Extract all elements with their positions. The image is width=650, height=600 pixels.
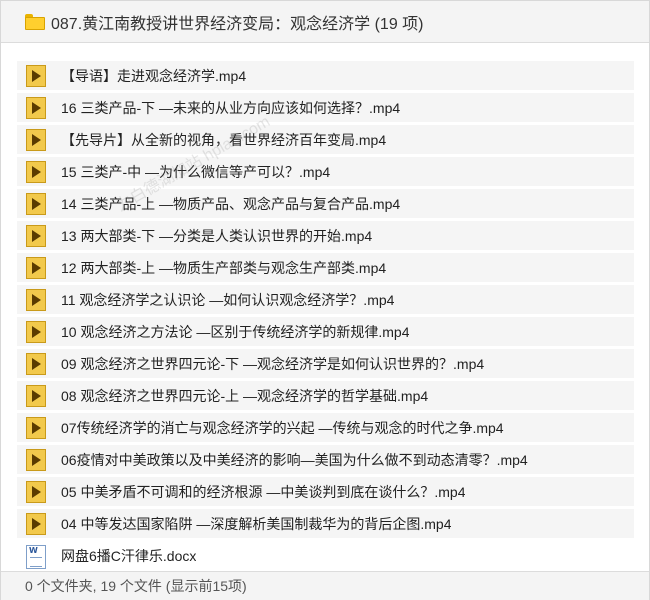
file-row[interactable]: 11 观念经济学之认识论 —如何认识观念经济学？.mp4 xyxy=(17,285,634,314)
file-name: 08 观念经济之世界四元论-上 —观念经济学的哲学基础.mp4 xyxy=(61,387,429,404)
video-file-icon xyxy=(26,288,46,311)
file-name: 15 三类产-中 —为什么微信等产可以？.mp4 xyxy=(61,163,331,180)
file-row[interactable]: 06疫情对中美政策以及中美经济的影响—美国为什么做不到动态清零？.mp4 xyxy=(17,445,634,474)
file-row[interactable]: 12 两大部类-上 —物质生产部类与观念生产部类.mp4 xyxy=(17,253,634,282)
video-file-icon xyxy=(26,448,46,471)
file-name: 04 中等发达国家陷阱 —深度解析美国制裁华为的背后企图.mp4 xyxy=(61,515,452,532)
file-name: 10 观念经济之方法论 —区别于传统经济学的新规律.mp4 xyxy=(61,323,410,340)
file-name: 09 观念经济之世界四元论-下 —观念经济学是如何认识世界的？.mp4 xyxy=(61,355,485,372)
word-document-icon: W xyxy=(26,544,46,569)
video-file-icon xyxy=(26,192,46,215)
file-row[interactable]: W 网盘6播C汗律乐.docx xyxy=(17,541,634,570)
video-file-icon xyxy=(26,416,46,439)
video-file-icon xyxy=(26,320,46,343)
file-name: 06疫情对中美政策以及中美经济的影响—美国为什么做不到动态清零？.mp4 xyxy=(61,451,528,468)
folder-icon xyxy=(25,13,45,30)
file-row[interactable]: 05 中美矛盾不可调和的经济根源 —中美谈判到底在谈什么？.mp4 xyxy=(17,477,634,506)
video-file-icon xyxy=(26,512,46,535)
video-file-icon xyxy=(26,128,46,151)
file-name: 07传统经济学的消亡与观念经济学的兴起 —传统与观念的时代之争.mp4 xyxy=(61,419,504,436)
file-row[interactable]: 15 三类产-中 —为什么微信等产可以？.mp4 xyxy=(17,157,634,186)
file-row[interactable]: 07传统经济学的消亡与观念经济学的兴起 —传统与观念的时代之争.mp4 xyxy=(17,413,634,442)
file-row[interactable]: 08 观念经济之世界四元论-上 —观念经济学的哲学基础.mp4 xyxy=(17,381,634,410)
file-name: 11 观念经济学之认识论 —如何认识观念经济学？.mp4 xyxy=(61,291,395,308)
file-row[interactable]: 13 两大部类-下 —分类是人类认识世界的开始.mp4 xyxy=(17,221,634,250)
folder-title: 087.黄江南教授讲世界经济变局：观念经济学 (19 项) xyxy=(51,15,424,33)
file-row[interactable]: 16 三类产品-下 —未来的从业方向应该如何选择？.mp4 xyxy=(17,93,634,122)
file-row[interactable]: 14 三类产品-上 —物质产品、观念产品与复合产品.mp4 xyxy=(17,189,634,218)
folder-header: 087.黄江南教授讲世界经济变局：观念经济学 (19 项) xyxy=(1,1,649,43)
file-name: 13 两大部类-下 —分类是人类认识世界的开始.mp4 xyxy=(61,227,373,244)
file-name: 05 中美矛盾不可调和的经济根源 —中美谈判到底在谈什么？.mp4 xyxy=(61,483,466,500)
file-name: 网盘6播C汗律乐.docx xyxy=(61,547,197,564)
file-list: 【导语】走进观念经济学.mp4 16 三类产品-下 —未来的从业方向应该如何选择… xyxy=(17,61,634,571)
video-file-icon xyxy=(26,224,46,247)
file-row[interactable]: 【先导片】从全新的视角，看世界经济百年变局.mp4 xyxy=(17,125,634,154)
file-count-status: 0 个文件夹, 19 个文件 (显示前15项) xyxy=(25,578,247,594)
video-file-icon xyxy=(26,64,46,87)
video-file-icon xyxy=(26,352,46,375)
status-bar: 0 个文件夹, 19 个文件 (显示前15项) xyxy=(1,571,649,600)
file-row[interactable]: 04 中等发达国家陷阱 —深度解析美国制裁华为的背后企图.mp4 xyxy=(17,509,634,538)
video-file-icon xyxy=(26,480,46,503)
video-file-icon xyxy=(26,384,46,407)
file-row[interactable]: 09 观念经济之世界四元论-下 —观念经济学是如何认识世界的？.mp4 xyxy=(17,349,634,378)
video-file-icon xyxy=(26,256,46,279)
video-file-icon xyxy=(26,96,46,119)
file-name: 14 三类产品-上 —物质产品、观念产品与复合产品.mp4 xyxy=(61,195,401,212)
file-name: 【导语】走进观念经济学.mp4 xyxy=(61,67,247,84)
file-row[interactable]: 【导语】走进观念经济学.mp4 xyxy=(17,61,634,90)
video-file-icon xyxy=(26,160,46,183)
file-name: 【先导片】从全新的视角，看世界经济百年变局.mp4 xyxy=(61,131,387,148)
file-row[interactable]: 10 观念经济之方法论 —区别于传统经济学的新规律.mp4 xyxy=(17,317,634,346)
file-name: 12 两大部类-上 —物质生产部类与观念生产部类.mp4 xyxy=(61,259,387,276)
file-name: 16 三类产品-下 —未来的从业方向应该如何选择？.mp4 xyxy=(61,99,401,116)
